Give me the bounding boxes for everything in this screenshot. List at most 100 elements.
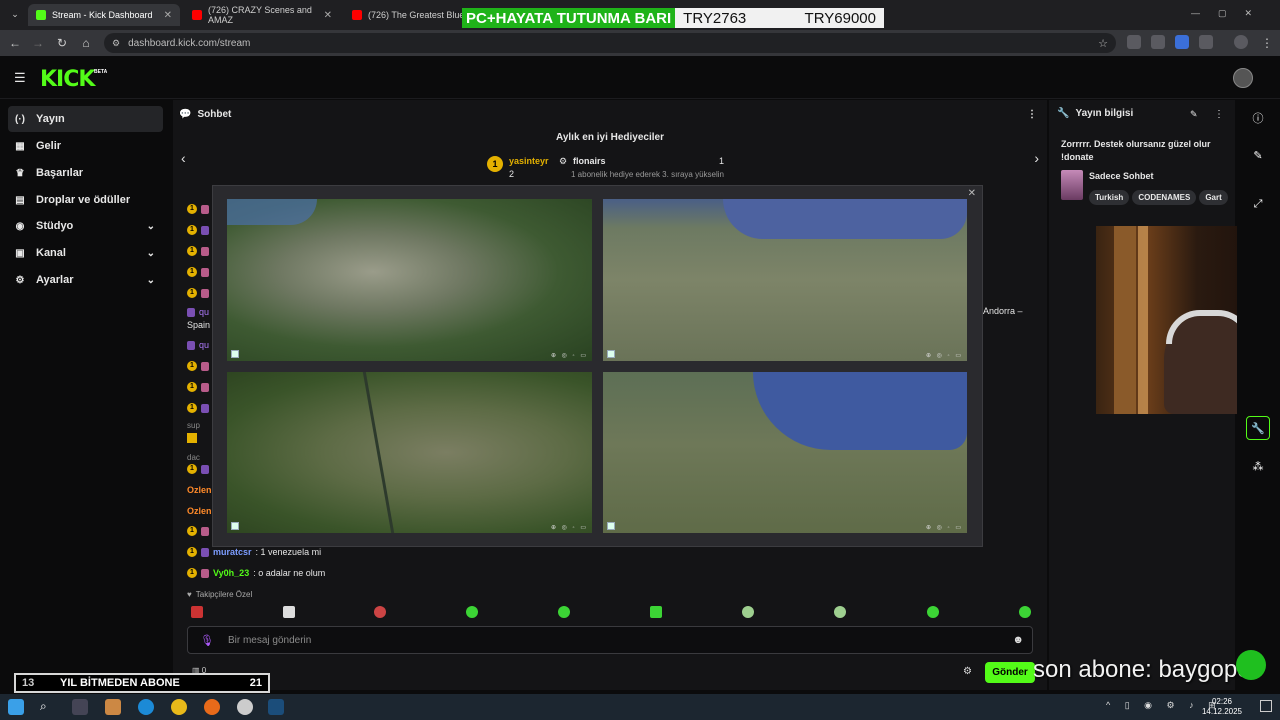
window-controls[interactable]: —▢✕ (1191, 8, 1270, 19)
system-clock[interactable]: 02:26 14.12.2025 (1202, 697, 1242, 717)
edit-pencil-icon[interactable]: ✎ (1246, 143, 1270, 167)
emote-icon[interactable] (650, 606, 662, 618)
map-thumb-icon[interactable] (231, 350, 239, 358)
chat-username[interactable]: muratcsr (213, 547, 252, 557)
map-thumb-icon[interactable] (607, 522, 615, 530)
tab-kick-dashboard[interactable]: Stream - Kick Dashboard ✕ (28, 4, 180, 26)
tab-youtube-1[interactable]: (726) CRAZY Scenes and AMAZ ✕ (184, 4, 340, 26)
address-bar[interactable]: ⚙ dashboard.kick.com/stream ☆ (104, 33, 1116, 53)
sidebar-item-ayarlar[interactable]: ⚙ Ayarlar ⌄ (8, 267, 163, 293)
satellite-map-3[interactable]: ⊕ ◎ ◦ ▭ (227, 372, 592, 533)
sidebar-item-droplar[interactable]: ▤ Droplar ve ödüller (8, 187, 163, 213)
close-icon[interactable]: ✕ (324, 10, 332, 21)
expand-icon[interactable]: ⤢ (1246, 192, 1270, 216)
sidebar-item-basarilar[interactable]: ♛ Başarılar (8, 160, 163, 186)
channel-icon: ▣ (15, 247, 25, 259)
profile-icon[interactable] (1234, 35, 1248, 49)
sidebar-item-yayin[interactable]: (·) Yayın (8, 106, 163, 132)
chat-username[interactable]: Vy0h_23 (213, 568, 249, 578)
tag-chip[interactable]: Gart (1199, 190, 1228, 205)
map-thumb-icon[interactable] (231, 522, 239, 530)
chat-settings-icon[interactable]: ⚙ (963, 666, 972, 677)
sidebar-item-studyo[interactable]: ◉ Stüdyo ⌄ (8, 213, 163, 239)
emoji-icon[interactable]: ☻ (1012, 634, 1024, 646)
share-icon[interactable]: ⁂ (1246, 454, 1270, 478)
close-icon[interactable]: ✕ (968, 188, 976, 199)
edge-icon[interactable] (138, 699, 154, 715)
chat-message: 1 muratcsr: 1 venezuela mi (187, 547, 321, 557)
info-icon[interactable]: ⓘ (1246, 106, 1270, 130)
tag-chip[interactable]: CODENAMES (1132, 190, 1197, 205)
obs-icon[interactable] (237, 699, 253, 715)
tab-search-button[interactable]: ⌄ (6, 5, 24, 23)
menu-kebab-icon[interactable]: ⋮ (1258, 34, 1276, 52)
copilot-icon[interactable] (105, 699, 121, 715)
emote-icon[interactable] (466, 606, 478, 618)
chat-text: : 1 venezuela mi (255, 547, 322, 557)
chevron-left-icon[interactable]: ‹ (181, 150, 186, 166)
extension-icon[interactable] (1127, 35, 1141, 49)
info-options-icon[interactable]: ⋮ (1214, 109, 1224, 120)
extension-icon[interactable] (1175, 35, 1189, 49)
emote-icon[interactable] (1019, 606, 1031, 618)
satellite-map-2[interactable]: ⊕ ◎ ◦ ▭ (603, 199, 967, 361)
studio-icon: ◉ (15, 220, 25, 232)
emote-icon[interactable] (834, 606, 846, 618)
chat-message: 1 (187, 267, 209, 277)
chat-float-icon[interactable] (1236, 650, 1266, 680)
windows-start-icon[interactable] (8, 699, 24, 715)
hamburger-menu-icon[interactable]: ☰ (14, 70, 26, 86)
emote-icon[interactable] (283, 606, 295, 618)
map-controls[interactable]: ⊕ ◎ ◦ ▭ (551, 524, 588, 531)
search-icon[interactable]: ⌕ (40, 699, 56, 715)
chevron-right-icon[interactable]: › (1034, 150, 1039, 166)
emote-icon[interactable] (374, 606, 386, 618)
emote-icon[interactable] (927, 606, 939, 618)
chrome-icon[interactable] (171, 699, 187, 715)
kick-logo[interactable]: KICK (40, 67, 95, 92)
send-button[interactable]: Gönder (985, 662, 1035, 683)
site-info-icon[interactable]: ⚙ (112, 38, 120, 49)
reload-icon[interactable]: ↻ (53, 34, 71, 52)
sidebar-item-gelir[interactable]: ▦ Gelir (8, 133, 163, 159)
sidebar-item-kanal[interactable]: ▣ Kanal ⌄ (8, 240, 163, 266)
emote-icon[interactable] (742, 606, 754, 618)
map-thumb-icon[interactable] (607, 350, 615, 358)
avatar[interactable] (1233, 68, 1253, 88)
wrench-icon[interactable]: 🔧 (1246, 416, 1270, 440)
home-icon[interactable]: ⌂ (77, 34, 95, 52)
task-view-icon[interactable] (72, 699, 88, 715)
info-title: Yayın bilgisi (1075, 108, 1134, 119)
firefox-icon[interactable] (204, 699, 220, 715)
gifter-name[interactable]: yasinteyr (509, 156, 549, 166)
close-icon[interactable]: ✕ (164, 10, 172, 21)
gifter-name[interactable]: flonairs (573, 156, 606, 166)
bookmark-star-icon[interactable]: ☆ (1098, 37, 1108, 50)
satellite-map-1[interactable]: ⊕ ◎ ◦ ▭ (227, 199, 592, 361)
edit-pencil-icon[interactable]: ✎ (1190, 109, 1198, 120)
forward-icon[interactable]: → (29, 34, 47, 52)
chat-message-input[interactable]: 🎙 Bir mesaj gönderin ☻ (187, 626, 1033, 654)
emote-icon[interactable] (191, 606, 203, 618)
category-name[interactable]: Sadece Sohbet (1089, 171, 1154, 181)
notifications-icon[interactable] (1260, 700, 1272, 712)
rank-1-badge: 1 (487, 156, 503, 172)
sidebar-item-label: Stüdyo (36, 220, 74, 232)
map-controls[interactable]: ⊕ ◎ ◦ ▭ (926, 524, 963, 531)
shield-icon[interactable] (1151, 35, 1165, 49)
microphone-icon[interactable]: 🎙 (200, 634, 214, 647)
emote-icon[interactable] (558, 606, 570, 618)
puzzle-icon[interactable] (1199, 35, 1213, 49)
chat-options-icon[interactable]: ⋮ (1027, 109, 1037, 120)
gifters-title: Aylık en iyi Hediyeciler (555, 132, 665, 143)
back-icon[interactable]: ← (6, 34, 24, 52)
wrench-icon: 🔧 (1057, 108, 1070, 119)
map-controls[interactable]: ⊕ ◎ ◦ ▭ (551, 352, 588, 359)
map-controls[interactable]: ⊕ ◎ ◦ ▭ (926, 352, 963, 359)
satellite-map-4[interactable]: ⊕ ◎ ◦ ▭ (603, 372, 967, 533)
tag-chip[interactable]: Turkish (1089, 190, 1130, 205)
tab-youtube-2[interactable]: (726) The Greatest Blues Ba (344, 4, 464, 26)
category-thumbnail[interactable] (1061, 170, 1083, 200)
steam-icon[interactable] (268, 699, 284, 715)
map-comparison-window[interactable]: ✕ ⊕ ◎ ◦ ▭ ⊕ ◎ ◦ ▭ ⊕ ◎ ◦ ▭ ⊕ ◎ ◦ ▭ (212, 185, 983, 547)
